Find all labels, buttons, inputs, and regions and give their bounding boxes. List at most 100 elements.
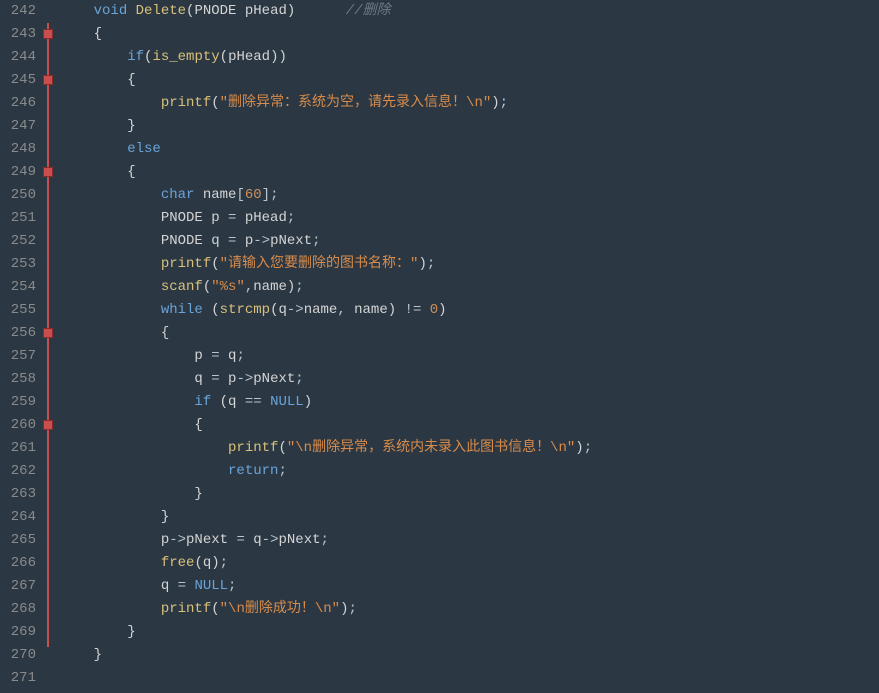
fold-marker-icon[interactable] [43,167,53,177]
line-number: 254 [0,276,36,299]
code-line[interactable]: p->pNext = q->pNext; [60,529,592,552]
code-token: } [94,647,102,663]
code-token: p [60,532,169,548]
code-line[interactable] [60,667,592,690]
code-line[interactable]: { [60,161,592,184]
code-token [60,256,161,272]
code-token: ; [278,463,286,479]
code-token: 0 [430,302,438,318]
code-line[interactable]: q = p->pNext; [60,368,592,391]
code-token: ) [418,256,426,272]
fold-marker-icon[interactable] [43,75,53,85]
code-line[interactable]: { [60,322,592,345]
code-token: = [236,532,244,548]
code-token: ; [348,601,356,617]
code-line[interactable]: scanf("%s",name); [60,276,592,299]
code-token: pHead [228,49,270,65]
code-token: "\n删除异常，系统内未录入此图书信息！\n" [287,440,575,456]
code-line[interactable]: printf("请输入您要删除的图书名称："); [60,253,592,276]
code-token: { [161,325,169,341]
code-line[interactable]: q = NULL; [60,575,592,598]
line-number: 268 [0,598,36,621]
code-token [60,187,161,203]
line-number: 256 [0,322,36,345]
code-token: pNext [270,233,312,249]
code-token: ) [491,95,499,111]
code-line[interactable]: return; [60,460,592,483]
code-line[interactable]: if (q == NULL) [60,391,592,414]
code-line[interactable]: { [60,69,592,92]
code-area[interactable]: void Delete(PNODE pHead) //删除 { if(is_em… [56,0,592,690]
code-line[interactable]: else [60,138,592,161]
code-token: Delete [136,3,186,19]
code-token: printf [161,601,211,617]
code-line[interactable]: } [60,115,592,138]
code-token: printf [161,95,211,111]
code-token [60,624,127,640]
code-token: { [194,417,202,433]
line-number: 262 [0,460,36,483]
code-token: //删除 [346,3,391,19]
code-token: ; [220,555,228,571]
code-line[interactable]: { [60,414,592,437]
fold-marker-icon[interactable] [43,328,53,338]
code-token [295,3,345,19]
code-token: PNODE pHead [194,3,286,19]
code-line[interactable]: while (strcmp(q->name, name) != 0) [60,299,592,322]
line-number: 259 [0,391,36,414]
code-token: printf [228,440,278,456]
code-line[interactable]: free(q); [60,552,592,575]
code-token: ) [388,302,405,318]
code-token: else [127,141,161,157]
code-token: } [194,486,202,502]
code-token: ( [278,440,286,456]
fold-column[interactable] [42,0,56,690]
code-token: ) [211,555,219,571]
code-line[interactable]: printf("删除异常：系统为空，请先录入信息！\n"); [60,92,592,115]
fold-marker-icon[interactable] [43,420,53,430]
code-line[interactable]: { [60,23,592,46]
code-token: { [94,26,102,42]
code-token: ( [220,49,228,65]
code-token: ( [203,302,220,318]
code-token: ] [262,187,270,203]
code-line[interactable]: printf("\n删除成功！\n"); [60,598,592,621]
code-line[interactable]: PNODE q = p->pNext; [60,230,592,253]
line-number: 258 [0,368,36,391]
code-editor[interactable]: 2422432442452462472482492502512522532542… [0,0,879,690]
line-number: 266 [0,552,36,575]
code-line[interactable]: void Delete(PNODE pHead) //删除 [60,0,592,23]
code-token: ( [211,601,219,617]
code-line[interactable]: } [60,621,592,644]
code-token [60,72,127,88]
code-token: PNODE q [60,233,228,249]
code-line[interactable]: } [60,483,592,506]
code-line[interactable]: char name[60]; [60,184,592,207]
code-token: q [203,555,211,571]
code-token [60,141,127,157]
line-number: 261 [0,437,36,460]
code-line[interactable]: printf("\n删除异常，系统内未录入此图书信息！\n"); [60,437,592,460]
code-token: return [228,463,278,479]
code-token: strcmp [220,302,270,318]
code-token: ( [211,256,219,272]
code-line[interactable]: PNODE p = pHead; [60,207,592,230]
line-number: 242 [0,0,36,23]
fold-marker-icon[interactable] [43,29,53,39]
code-token [127,3,135,19]
code-token: printf [161,256,211,272]
code-token: ) [575,440,583,456]
code-token [60,325,161,341]
code-token: 60 [245,187,262,203]
code-token: pNext [278,532,320,548]
code-token: NULL [270,394,304,410]
code-line[interactable]: p = q; [60,345,592,368]
code-token: q [245,532,262,548]
code-token: { [127,164,135,180]
code-token [60,49,127,65]
code-token [60,118,127,134]
code-token [60,486,194,502]
code-line[interactable]: } [60,506,592,529]
code-line[interactable]: if(is_empty(pHead)) [60,46,592,69]
code-line[interactable]: } [60,644,592,667]
